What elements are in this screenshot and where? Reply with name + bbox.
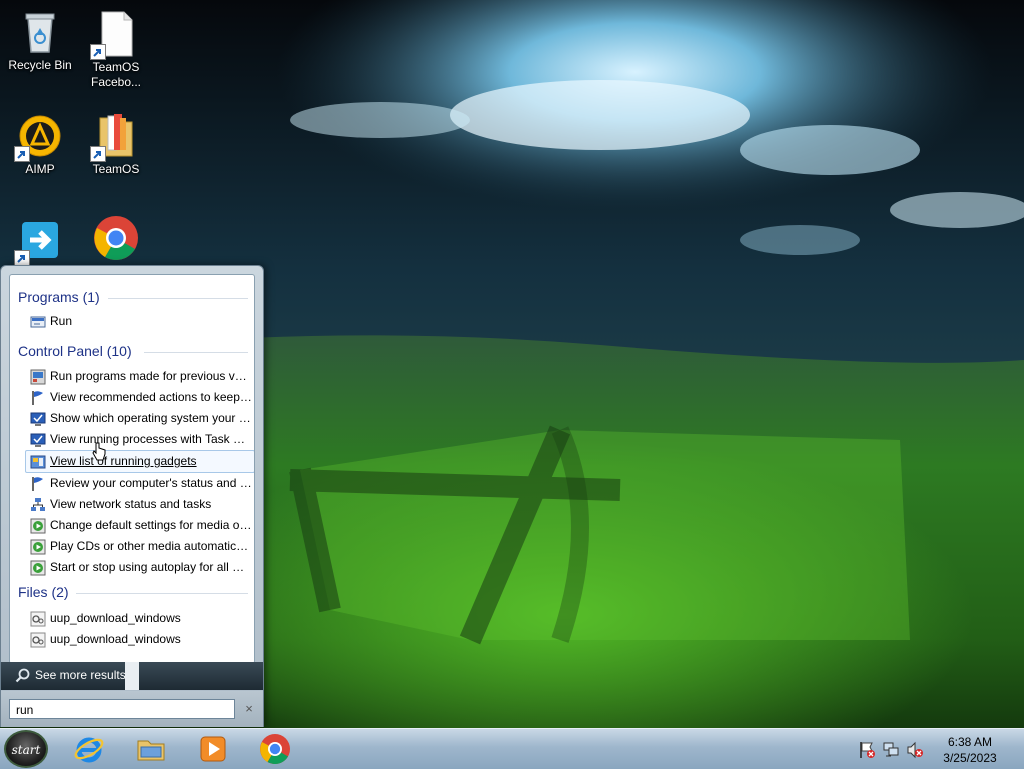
result-item-task-manager[interactable]: View running processes with Task Manager <box>26 429 254 450</box>
gadget-icon <box>30 455 46 469</box>
group-header-control-panel[interactable]: Control Panel (10) <box>18 343 254 361</box>
tray-network[interactable] <box>882 741 900 759</box>
tray-volume[interactable] <box>906 741 924 759</box>
system-icon <box>30 412 46 426</box>
folder-icon <box>90 112 140 162</box>
result-item-compat[interactable]: Run programs made for previous versions … <box>26 366 254 387</box>
result-item-autoplay[interactable]: Start or stop using autoplay for all med… <box>26 557 254 578</box>
result-item-label: Change default settings for media or dev… <box>50 518 252 532</box>
clear-search-button[interactable]: × <box>241 699 257 719</box>
see-more-results[interactable]: See more results <box>1 662 263 690</box>
result-item-review-status[interactable]: Review your computer's status and resolv… <box>26 473 254 494</box>
result-item-recommended-actions[interactable]: View recommended actions to keep Windows… <box>26 387 254 408</box>
group-header-programs[interactable]: Programs (1) <box>18 289 254 307</box>
network-icon <box>883 742 899 757</box>
search-input[interactable]: run <box>9 699 235 719</box>
taskbar-explorer[interactable] <box>124 731 178 767</box>
shortcut-arrow-icon <box>14 146 30 162</box>
result-item-file[interactable]: uup_download_windows <box>26 608 254 629</box>
desktop-icon-teamos[interactable]: TeamOS <box>76 112 156 177</box>
desktop-icon-app[interactable] <box>0 216 80 266</box>
chrome-icon <box>260 734 290 765</box>
result-item-label: View list of running gadgets <box>50 454 197 468</box>
internet-explorer-icon <box>74 737 104 763</box>
flag-icon <box>32 391 43 405</box>
start-menu: Programs (1) Run Control Panel (10) Run … <box>0 265 264 727</box>
network-icon <box>31 498 45 511</box>
result-item-media-defaults[interactable]: Change default settings for media or dev… <box>26 515 254 536</box>
result-item-label: Play CDs or other media automatically <box>50 539 252 553</box>
result-item-label: uup_download_windows <box>50 611 181 625</box>
search-results-pane: Programs (1) Run Control Panel (10) Run … <box>9 274 255 664</box>
result-item-label: View network status and tasks <box>50 497 212 511</box>
group-header-files[interactable]: Files (2) <box>18 584 254 602</box>
run-icon <box>30 316 46 328</box>
shortcut-arrow-icon <box>90 44 106 60</box>
see-more-label: See more results <box>35 668 126 682</box>
group-header-label: Control Panel (10) <box>18 343 132 359</box>
desktop-icon-label: Recycle Bin <box>8 58 72 72</box>
chrome-icon <box>92 214 140 262</box>
result-item-label: uup_download_windows <box>50 632 181 646</box>
result-item-running-gadgets[interactable]: View list of running gadgets <box>25 450 254 473</box>
aimp-icon <box>14 112 64 162</box>
autoplay-icon <box>30 539 46 555</box>
result-item-label: View recommended actions to keep Windows… <box>50 390 252 404</box>
clock-time: 6:38 AM <box>947 735 993 749</box>
start-button-label: start <box>11 743 41 757</box>
compat-icon <box>30 369 46 385</box>
group-divider <box>76 593 248 594</box>
media-player-icon <box>200 736 226 762</box>
script-file-icon <box>30 611 46 627</box>
shortcut-arrow-icon <box>14 250 30 266</box>
hand-cursor-icon <box>92 442 106 461</box>
taskbar: start 6:38 AM 3/25/2023 <box>0 728 1024 769</box>
group-header-label: Files (2) <box>18 584 69 600</box>
desktop-icon-label: AIMP <box>25 162 55 176</box>
taskbar-media-player[interactable] <box>186 731 240 767</box>
explorer-folder-icon <box>137 740 165 761</box>
start-button[interactable]: start <box>4 730 48 768</box>
volume-muted-icon <box>907 741 923 759</box>
flag-icon <box>32 477 43 491</box>
taskbar-internet-explorer[interactable] <box>62 731 116 767</box>
system-icon <box>30 433 46 447</box>
result-item-run[interactable]: Run <box>26 311 254 332</box>
taskbar-chrome[interactable] <box>248 731 302 767</box>
panel-divider <box>125 662 139 690</box>
result-item-file[interactable]: uup_download_windows <box>26 629 254 650</box>
result-item-label: Run <box>50 314 73 328</box>
autoplay-icon <box>30 560 46 576</box>
search-row: run × <box>1 691 263 727</box>
desktop-icon-label: TeamOS Facebo... <box>90 60 142 89</box>
result-item-label: View running processes with Task Manager <box>50 432 252 446</box>
group-header-label: Programs (1) <box>18 289 100 305</box>
result-item-label: Review your computer's status and resolv… <box>50 476 252 490</box>
desktop-icon-label: TeamOS <box>92 162 140 176</box>
autoplay-icon <box>30 518 46 534</box>
result-item-show-os[interactable]: Show which operating system your compute… <box>26 408 254 429</box>
recycle-bin-icon <box>16 8 64 56</box>
result-item-label: Run programs made for previous versions … <box>50 369 252 383</box>
document-icon <box>90 10 140 60</box>
app-arrow-icon <box>14 216 64 266</box>
result-item-label: Show which operating system your compute… <box>50 411 252 425</box>
result-item-network-status[interactable]: View network status and tasks <box>26 494 254 515</box>
desktop-icon-aimp[interactable]: AIMP <box>0 112 80 177</box>
desktop-icon-chrome[interactable] <box>76 214 156 262</box>
result-item-play-cds[interactable]: Play CDs or other media automatically <box>26 536 254 557</box>
clock-date: 3/25/2023 <box>943 751 997 765</box>
result-item-label: Start or stop using autoplay for all med… <box>50 560 252 574</box>
action-center-flag-icon <box>860 742 875 758</box>
taskbar-clock[interactable]: 6:38 AM 3/25/2023 <box>930 734 1010 766</box>
tray-action-center[interactable] <box>858 741 876 759</box>
desktop-icon-recycle-bin[interactable]: Recycle Bin <box>0 8 80 73</box>
shortcut-arrow-icon <box>90 146 106 162</box>
group-divider <box>144 352 248 353</box>
desktop-icon-teamos-facebook[interactable]: TeamOS Facebo... <box>76 10 156 90</box>
search-icon <box>15 668 30 683</box>
group-divider <box>108 298 248 299</box>
script-file-icon <box>30 632 46 648</box>
